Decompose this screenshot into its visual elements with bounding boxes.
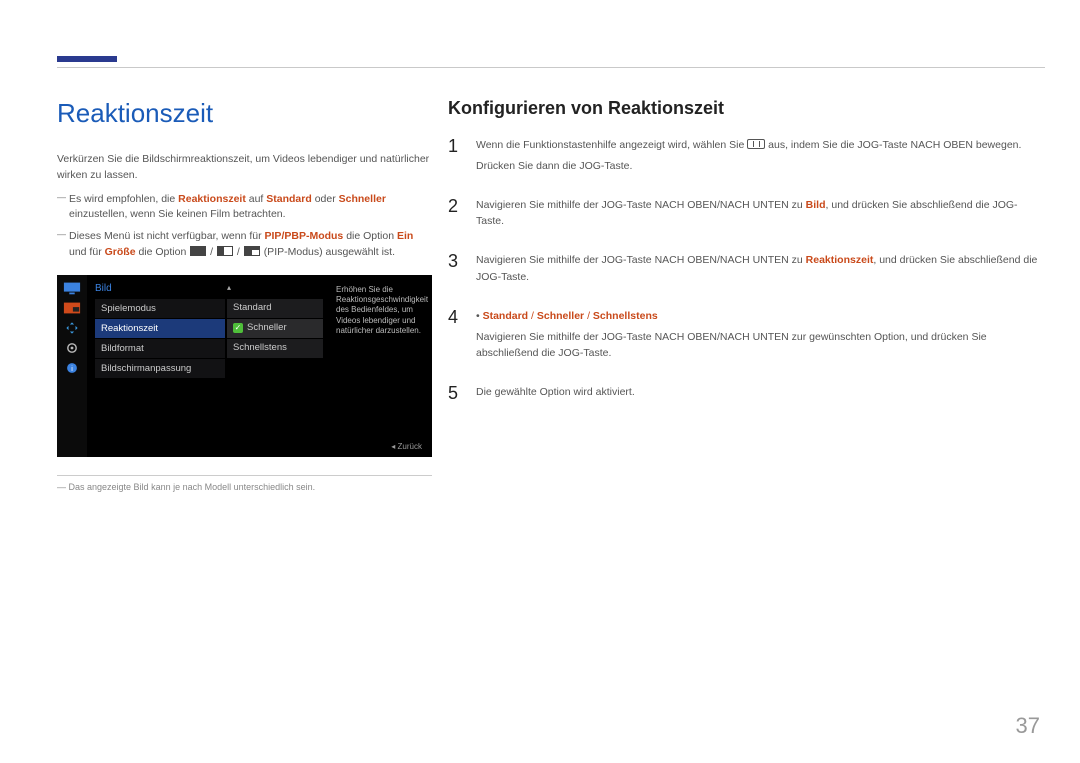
right-column: Konfigurieren von Reaktionszeit 1 Wenn d…: [448, 98, 1040, 424]
osd-sub-schnellstens: Schnellstens: [227, 339, 323, 359]
pip-icon-full: [190, 246, 206, 256]
osd-sub-label: Standard: [233, 298, 272, 318]
note-1: Es wird empfohlen, die Reaktionszeit auf…: [57, 192, 432, 224]
step-body: Die gewählte Option wird aktiviert.: [476, 384, 635, 402]
monitor-icon: [63, 281, 81, 295]
osd-menu: Spielemodus Reaktionszeit Bildformat Bil…: [95, 299, 225, 379]
note-1-text: Es wird empfohlen, die: [69, 193, 178, 205]
osd-item-reaktionszeit: Reaktionszeit: [95, 319, 225, 339]
option-standard: Standard: [483, 310, 529, 322]
pip-icon-half: [217, 246, 233, 256]
pip-icon-inset: [244, 246, 260, 256]
note-2-text: die Option: [136, 246, 190, 258]
osd-header: Bild: [95, 283, 112, 294]
page-title: Reaktionszeit: [57, 98, 432, 129]
step-highlight: Bild: [806, 199, 826, 211]
note-2: Dieses Menü ist nicht verfügbar, wenn fü…: [57, 229, 432, 261]
move-icon: [63, 321, 81, 335]
step-3: 3 Navigieren Sie mithilfe der JOG-Taste …: [448, 252, 1040, 286]
note-2-hl: PIP/PBP-Modus: [265, 230, 344, 242]
note-2-text: und für: [69, 246, 105, 258]
osd-sub-schneller: ✓ Schneller: [227, 319, 323, 339]
step-text: Drücken Sie dann die JOG-Taste.: [476, 158, 1021, 175]
step-number: 4: [448, 308, 462, 362]
osd-item-bildformat: Bildformat: [95, 339, 225, 359]
note-1-hl: Standard: [266, 193, 312, 205]
header-accent-bar: [57, 56, 117, 62]
note-2-text: die Option: [343, 230, 397, 242]
option-sep: /: [528, 310, 537, 322]
step-text: Wenn die Funktionstastenhilfe angezeigt …: [476, 139, 747, 151]
osd-screenshot: i Bild ▴ Spielemodus Reaktionszeit Bildf…: [57, 275, 432, 457]
step-number: 5: [448, 384, 462, 402]
osd-item-bildschirmanpassung: Bildschirmanpassung: [95, 359, 225, 379]
note-1-hl: Reaktionszeit: [178, 193, 246, 205]
step-body: Navigieren Sie mithilfe der JOG-Taste NA…: [476, 252, 1040, 286]
note-2-hl: Größe: [105, 246, 136, 258]
note-1-hl: Schneller: [339, 193, 386, 205]
note-1-text: einzustellen, wenn Sie keinen Film betra…: [69, 208, 286, 220]
step-number: 2: [448, 197, 462, 231]
header-rule: [57, 67, 1045, 68]
step-2: 2 Navigieren Sie mithilfe der JOG-Taste …: [448, 197, 1040, 231]
section-title: Konfigurieren von Reaktionszeit: [448, 98, 1040, 119]
step-number: 1: [448, 137, 462, 175]
option-schneller: Schneller: [537, 310, 584, 322]
note-1-text: auf: [246, 193, 266, 205]
intro-paragraph: Verkürzen Sie die Bildschirmreaktionszei…: [57, 151, 432, 184]
osd-tip-text: Erhöhen Sie die Reaktionsgeschwindigkeit…: [336, 285, 422, 337]
osd-sub-standard: Standard: [227, 299, 323, 319]
note-2-text: Dieses Menü ist nicht verfügbar, wenn fü…: [69, 230, 265, 242]
menu-icon: [747, 139, 765, 149]
info-icon: i: [63, 361, 81, 375]
check-icon: ✓: [233, 323, 243, 333]
footnote-rule: [57, 475, 432, 476]
step-4: 4 • Standard / Schneller / Schnellstens …: [448, 308, 1040, 362]
step-text: Navigieren Sie mithilfe der JOG-Taste NA…: [476, 331, 987, 360]
osd-sub-label: Schnellstens: [233, 338, 287, 358]
footnote-content: Das angezeigte Bild kann je nach Modell …: [69, 482, 316, 492]
page-number: 37: [1016, 713, 1040, 739]
step-body: Navigieren Sie mithilfe der JOG-Taste NA…: [476, 197, 1040, 231]
left-column: Reaktionszeit Verkürzen Sie die Bildschi…: [57, 98, 432, 492]
step-body: • Standard / Schneller / Schnellstens Na…: [476, 308, 1040, 362]
osd-icon-rail: i: [57, 275, 87, 457]
osd-scroll-up-icon: ▴: [227, 283, 231, 292]
pip-icon: [63, 301, 81, 315]
gear-icon: [63, 341, 81, 355]
step-5: 5 Die gewählte Option wird aktiviert.: [448, 384, 1040, 402]
option-schnellstens: Schnellstens: [593, 310, 658, 322]
note-1-text: oder: [312, 193, 339, 205]
step-highlight: Reaktionszeit: [806, 254, 874, 266]
note-2-text: (PIP-Modus) ausgewählt ist.: [264, 246, 395, 258]
option-sep: /: [584, 310, 593, 322]
step-text: Navigieren Sie mithilfe der JOG-Taste NA…: [476, 199, 806, 211]
step-1: 1 Wenn die Funktionstastenhilfe angezeig…: [448, 137, 1040, 175]
step-text: aus, indem Sie die JOG-Taste NACH OBEN b…: [765, 139, 1021, 151]
step-body: Wenn die Funktionstastenhilfe angezeigt …: [476, 137, 1021, 175]
osd-item-spielemodus: Spielemodus: [95, 299, 225, 319]
osd-sub-label: Schneller: [247, 318, 287, 338]
note-2-hl: Ein: [397, 230, 413, 242]
osd-submenu: Standard ✓ Schneller Schnellstens: [227, 299, 323, 359]
step-text: Navigieren Sie mithilfe der JOG-Taste NA…: [476, 254, 806, 266]
step-number: 3: [448, 252, 462, 286]
footnote-text: ― Das angezeigte Bild kann je nach Model…: [57, 482, 432, 492]
osd-back-label: Zurück: [391, 442, 422, 451]
